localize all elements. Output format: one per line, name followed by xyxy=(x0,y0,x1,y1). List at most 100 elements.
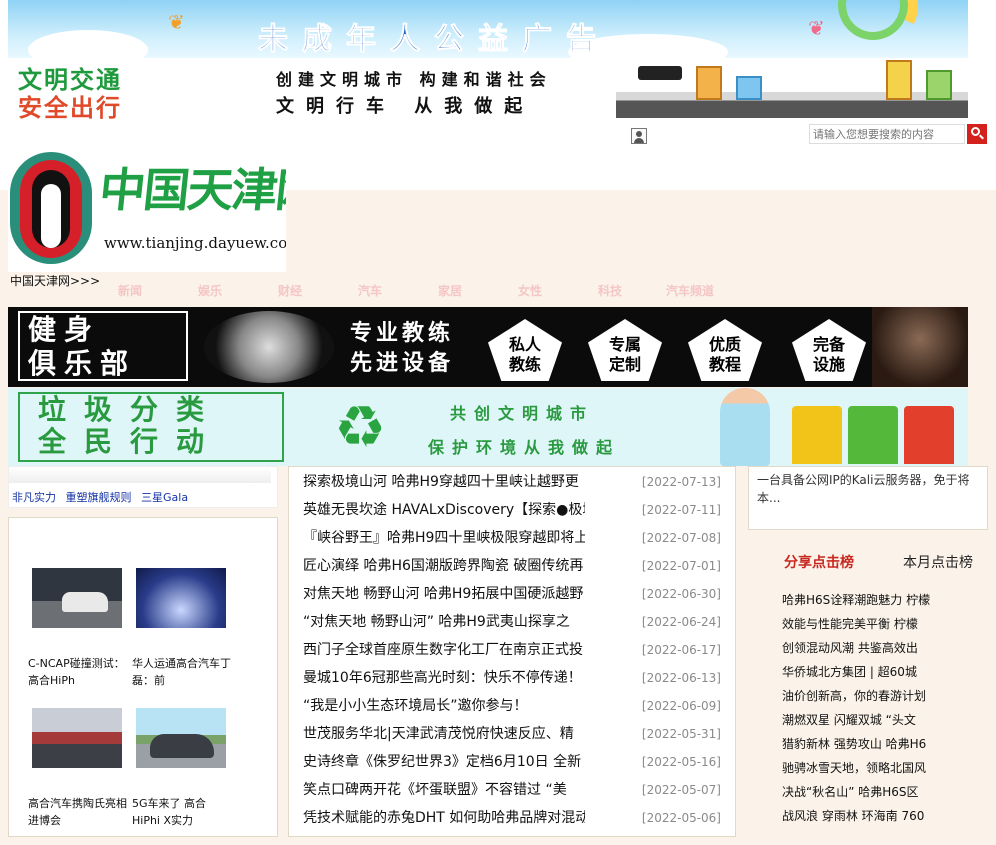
expo-photo[interactable] xyxy=(32,708,122,768)
news-title[interactable]: “对焦天地 畅野山河” 哈弗H9武夷山探享之 xyxy=(303,608,585,636)
news-title[interactable]: 英雄无畏坎途 HAVALxDiscovery【探索●极境 xyxy=(303,496,585,524)
nav-item-auto-channel[interactable]: 汽车频道 xyxy=(650,282,730,299)
news-date: [2022-07-01] xyxy=(641,559,721,573)
news-item[interactable]: “我是小小生态环境局长”邀你参与！ [2022-06-09] xyxy=(303,692,721,720)
news-item[interactable]: 笑点口碑两开花《坏蛋联盟》不容错过 “美 [2022-05-07] xyxy=(303,776,721,804)
trash-bin-icon xyxy=(792,406,842,464)
news-date: [2022-06-09] xyxy=(641,699,721,713)
street-scene-illustration xyxy=(616,60,968,118)
building-icon xyxy=(736,76,762,100)
lion-icon xyxy=(204,311,334,383)
tab-monthly-ranking[interactable]: 本月点击榜 xyxy=(903,552,973,572)
search-icon-handle xyxy=(979,134,984,140)
trash-bin-icon xyxy=(848,406,898,464)
ranking-item[interactable]: 战风浪 穿雨林 环海南 760 xyxy=(782,804,982,828)
cloud-decoration xyxy=(28,30,148,58)
nav-item-news[interactable]: 新闻 xyxy=(90,282,170,299)
banner-slogan: 创建文明城市 构建和谐社会 xyxy=(276,70,552,89)
gym-club-banner[interactable]: 健身 俱乐部 专业教练 先进设备 私人 教练 专属 定制 优质 教程 完备 设施 xyxy=(8,307,968,387)
nav-item-finance[interactable]: 财经 xyxy=(250,282,330,299)
news-title[interactable]: 对焦天地 畅野山河 哈弗H9拓展中国硬派越野 xyxy=(303,580,585,608)
search-button[interactable] xyxy=(967,124,987,144)
photo-caption[interactable]: 高合汽车携陶氏亮相进博会 xyxy=(28,795,128,829)
user-icon[interactable] xyxy=(631,128,647,144)
ranking-item[interactable]: 猎豹新林 强势攻山 哈弗H6 xyxy=(782,732,982,756)
news-item[interactable]: 曼城10年6冠那些高光时刻：快乐不停传递！ [2022-06-13] xyxy=(303,664,721,692)
civilized-traffic-banner[interactable]: 文明交通 安全出行 创建文明城市 构建和谐社会 文明行车 从我做起 xyxy=(8,58,968,120)
ranking-item[interactable]: 效能与性能完美平衡 柠檬 xyxy=(782,612,982,636)
article-excerpt: 一台具备公网IP的Kali云服务器，免于将本... xyxy=(757,473,970,505)
photo-news-panel: C-NCAP碰撞测试：高合HiPh 华人运通高合汽车丁磊：前 高合汽车携陶氏亮相… xyxy=(8,517,278,837)
news-item[interactable]: 探索极境山河 哈弗H9穿越四十里峡让越野更 [2022-07-13] xyxy=(303,468,721,496)
news-item[interactable]: 史诗终章《侏罗纪世界3》定档6月10日 全新 [2022-05-16] xyxy=(303,748,721,776)
photo-caption[interactable]: 华人运通高合汽车丁磊：前 xyxy=(132,655,232,689)
breadcrumb[interactable]: 中国天津网>>> xyxy=(10,272,100,289)
news-title[interactable]: 世茂服务华北|天津武清茂悦府快速反应、精 xyxy=(303,720,585,748)
car-photo[interactable] xyxy=(136,708,226,768)
news-title[interactable]: 凭技术赋能的赤兔DHT 如何助哈弗品牌对混动 xyxy=(303,804,585,832)
butterfly-icon: ❦ xyxy=(168,10,185,34)
building-icon xyxy=(696,66,722,100)
news-title[interactable]: 笑点口碑两开花《坏蛋联盟》不容错过 “美 xyxy=(303,776,585,804)
gym-title: 健身 俱乐部 xyxy=(28,313,137,380)
recycle-title: 垃圾分类 全民行动 xyxy=(38,393,223,458)
photo-caption[interactable]: 5G车来了 高合HiPhi X实力 xyxy=(132,795,232,829)
tab-share-ranking[interactable]: 分享点击榜 xyxy=(784,552,854,572)
news-title[interactable]: 探索极境山河 哈弗H9穿越四十里峡让越野更 xyxy=(303,468,585,496)
news-item[interactable]: 世茂服务华北|天津武清茂悦府快速反应、精 [2022-05-31] xyxy=(303,720,721,748)
news-item[interactable]: 凭技术赋能的赤兔DHT 如何助哈弗品牌对混动 [2022-05-06] xyxy=(303,804,721,832)
news-item[interactable]: 『峡谷野王』哈弗H9四十里峡极限穿越即将上 [2022-07-08] xyxy=(303,524,721,552)
ranking-item[interactable]: 决战“秋名山” 哈弗H6S区 xyxy=(782,780,982,804)
banner-title: 未成年人公益广告 xyxy=(258,22,610,58)
nav-item-home[interactable]: 家居 xyxy=(410,282,490,299)
news-title[interactable]: “我是小小生态环境局长”邀你参与！ xyxy=(303,692,585,720)
logo-mark xyxy=(41,184,61,248)
news-title[interactable]: 匠心演绎 哈弗H6国潮版跨界陶瓷 破圈传统再 xyxy=(303,552,585,580)
left-link-row: 非凡实力 重塑旗舰规则 三星Gala xyxy=(12,489,194,505)
news-date: [2022-06-24] xyxy=(641,615,721,629)
building-icon xyxy=(926,70,952,100)
conference-photo[interactable] xyxy=(136,568,226,628)
trash-bin-icon xyxy=(904,406,954,464)
logo-url: www.tianjing.dayuew.com xyxy=(104,234,286,252)
left-link[interactable]: 重塑旗舰规则 xyxy=(66,491,132,504)
banner-slogan: 文明行车 从我做起 xyxy=(276,96,535,117)
athlete-photo xyxy=(872,307,968,387)
gym-feature: 优质 教程 xyxy=(688,319,762,381)
news-title[interactable]: 『峡谷野王』哈弗H9四十里峡极限穿越即将上 xyxy=(303,524,585,552)
news-item[interactable]: 对焦天地 畅野山河 哈弗H9拓展中国硬派越野 [2022-06-30] xyxy=(303,580,721,608)
car-crash-photo[interactable] xyxy=(32,568,122,628)
logo-name: 中国天津网 xyxy=(96,163,286,217)
gym-slogan: 专业教练 先进设备 xyxy=(350,321,455,376)
ranking-item[interactable]: 油价创新高，你的春游计划 xyxy=(782,684,982,708)
news-title[interactable]: 曼城10年6冠那些高光时刻：快乐不停传递！ xyxy=(303,664,585,692)
ranking-item[interactable]: 驰骋冰雪天地，领略北国风 xyxy=(782,756,982,780)
news-item[interactable]: “对焦天地 畅野山河” 哈弗H9武夷山探享之 [2022-06-24] xyxy=(303,608,721,636)
news-date: [2022-06-13] xyxy=(641,671,721,685)
news-item[interactable]: 匠心演绎 哈弗H6国潮版跨界陶瓷 破圈传统再 [2022-07-01] xyxy=(303,552,721,580)
right-article-box[interactable]: 一台具备公网IP的Kali云服务器，免于将本... xyxy=(748,466,988,530)
news-date: [2022-05-16] xyxy=(641,755,721,769)
photo-caption[interactable]: C-NCAP碰撞测试：高合HiPh xyxy=(28,655,128,689)
left-link[interactable]: 非凡实力 xyxy=(12,491,56,504)
left-link[interactable]: 三星Gala xyxy=(141,491,188,504)
news-date: [2022-05-31] xyxy=(641,727,721,741)
news-item[interactable]: 英雄无畏坎途 HAVALxDiscovery【探索●极境 [2022-07-11] xyxy=(303,496,721,524)
ranking-item[interactable]: 创领混动风潮 共鉴高效出 xyxy=(782,636,982,660)
news-title[interactable]: 西门子全球首座原生数字化工厂在南京正式投 xyxy=(303,636,585,664)
nav-item-women[interactable]: 女性 xyxy=(490,282,570,299)
nav-item-entertainment[interactable]: 娱乐 xyxy=(170,282,250,299)
ranking-item[interactable]: 哈弗H6S诠释潮跑魅力 柠檬 xyxy=(782,588,982,612)
site-logo[interactable]: 中国天津网 www.tianjing.dayuew.com xyxy=(8,146,286,272)
recycle-slogan: 保护环境从我做起 xyxy=(428,438,621,457)
nav-item-tech[interactable]: 科技 xyxy=(570,282,650,299)
garbage-sorting-banner[interactable]: 垃圾分类 全民行动 ♻ 共创文明城市 保护环境从我做起 xyxy=(8,388,968,466)
nav-item-auto[interactable]: 汽车 xyxy=(330,282,410,299)
search-input[interactable] xyxy=(809,124,965,144)
public-welfare-banner[interactable]: ❦ ❦ 未成年人公益广告 xyxy=(8,0,968,58)
ranking-item[interactable]: 潮燃双星 闪耀双城 “头文 xyxy=(782,708,982,732)
news-title[interactable]: 史诗终章《侏罗纪世界3》定档6月10日 全新 xyxy=(303,748,585,776)
ranking-item[interactable]: 华侨城北方集团 | 超60城 xyxy=(782,660,982,684)
news-item[interactable]: 西门子全球首座原生数字化工厂在南京正式投 [2022-06-17] xyxy=(303,636,721,664)
building-icon xyxy=(886,60,912,100)
